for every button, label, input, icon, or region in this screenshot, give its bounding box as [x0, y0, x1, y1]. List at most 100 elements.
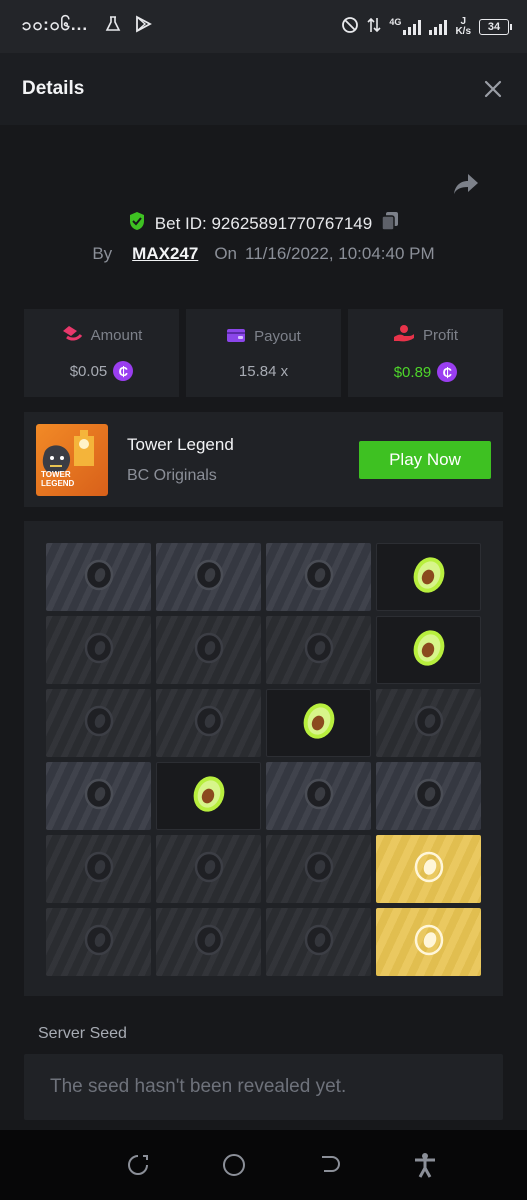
seed-icon	[81, 776, 117, 817]
seed-icon	[81, 849, 117, 890]
tile-hidden	[266, 616, 371, 684]
tile-avocado	[376, 543, 481, 611]
signal-icon	[403, 19, 422, 35]
close-icon[interactable]	[481, 77, 505, 101]
seed-icon	[301, 776, 337, 817]
seed-icon	[191, 630, 227, 671]
seed-icon	[81, 922, 117, 963]
profit-label: Profit	[422, 326, 458, 344]
username-link[interactable]: MAX247	[132, 244, 198, 264]
verified-shield-icon	[128, 211, 146, 236]
net-speed: J K/s	[455, 15, 471, 37]
home-icon[interactable]	[221, 1152, 247, 1178]
tile-revealed-mine	[376, 762, 481, 830]
seed-icon	[411, 703, 447, 744]
seed-icon	[81, 703, 117, 744]
stat-amount: Amount $0.05 ₵	[24, 309, 179, 397]
by-label: By	[92, 244, 113, 263]
server-seed-label: Server Seed	[38, 1025, 127, 1042]
tile-revealed-mine	[266, 762, 371, 830]
bet-datetime: 11/16/2022, 10:04:40 PM	[245, 244, 435, 263]
seed-icon	[301, 849, 337, 890]
recents-icon[interactable]	[126, 1153, 150, 1177]
tile-revealed-mine	[46, 762, 151, 830]
server-seed-value: The seed hasn't been revealed yet.	[50, 1076, 347, 1097]
details-header: Details	[0, 53, 527, 125]
status-right: 4G J K/s 34	[341, 15, 512, 37]
seed-icon	[301, 630, 337, 671]
tile-avocado	[376, 616, 481, 684]
data-transfer-icon	[367, 16, 381, 37]
accessibility-icon[interactable]	[413, 1152, 437, 1178]
tile-selected	[376, 908, 481, 976]
game-card: TOWER LEGEND Tower Legend BC Originals P…	[24, 412, 503, 507]
server-seed-field: The seed hasn't been revealed yet.	[24, 1054, 503, 1120]
coin-icon: ₵	[437, 362, 458, 382]
stat-payout: Payout 15.84 x	[186, 309, 341, 397]
details-content: Bet ID: 92625891770767149 By MAX247 On 1…	[0, 125, 527, 1130]
thumb-title: TOWER LEGEND	[41, 469, 75, 488]
status-bar: ၁၀:၀၆... 4G J K/s 34	[0, 0, 527, 53]
amount-icon	[61, 325, 83, 345]
tile-selected	[376, 835, 481, 903]
tile-avocado	[266, 689, 371, 757]
seed-icon	[191, 922, 227, 963]
tile-hidden	[266, 835, 371, 903]
bet-id-row: Bet ID: 92625891770767149	[0, 211, 527, 236]
bet-stats: Amount $0.05 ₵ Payout 15.84 x Profit $0.…	[24, 309, 503, 397]
tile-hidden	[46, 616, 151, 684]
play-store-icon	[134, 15, 152, 38]
seed-icon	[411, 776, 447, 817]
avocado-icon	[409, 553, 449, 602]
seed-icon	[81, 630, 117, 671]
tile-hidden	[156, 835, 261, 903]
copy-icon[interactable]	[381, 211, 399, 236]
tile-hidden	[46, 908, 151, 976]
tile-hidden	[266, 908, 371, 976]
page-title: Details	[22, 78, 85, 99]
wallet-icon	[226, 327, 246, 347]
avocado-icon	[299, 699, 339, 748]
tile-hidden	[376, 689, 481, 757]
share-icon[interactable]	[453, 173, 479, 200]
avocado-icon	[409, 626, 449, 675]
seed-icon	[191, 849, 227, 890]
tile-revealed-mine	[46, 543, 151, 611]
tile-hidden	[46, 835, 151, 903]
seed-icon	[409, 847, 449, 892]
game-thumbnail[interactable]: TOWER LEGEND	[36, 423, 108, 496]
seed-icon	[301, 557, 337, 598]
tile-hidden	[156, 908, 261, 976]
tile-hidden	[156, 616, 261, 684]
on-label: On	[214, 244, 237, 263]
signal-2-icon	[429, 19, 448, 35]
tile-revealed-mine	[266, 543, 371, 611]
coin-icon: ₵	[113, 361, 134, 381]
seed-icon	[191, 557, 227, 598]
seed-icon	[409, 920, 449, 965]
tile-avocado	[156, 762, 261, 830]
tile-hidden	[156, 689, 261, 757]
profit-icon	[393, 324, 415, 346]
status-left-icons	[104, 15, 152, 38]
game-info: Tower Legend BC Originals	[127, 435, 234, 485]
profit-value: $0.89	[393, 363, 432, 381]
payout-label: Payout	[254, 328, 301, 345]
game-provider: BC Originals	[127, 466, 217, 484]
system-nav-bar	[0, 1130, 527, 1200]
back-icon[interactable]	[318, 1153, 342, 1177]
game-board	[24, 521, 503, 996]
network-type: 4G	[389, 16, 402, 27]
tile-hidden	[46, 689, 151, 757]
status-time: ၁၀:၀၆...	[22, 15, 89, 34]
seed-icon	[191, 703, 227, 744]
do-not-disturb-icon	[341, 16, 359, 37]
stat-profit: Profit $0.89 ₵	[348, 309, 503, 397]
tile-grid	[46, 543, 481, 976]
bet-id: Bet ID: 92625891770767149	[154, 213, 373, 233]
game-name[interactable]: Tower Legend	[127, 435, 234, 455]
avocado-icon	[189, 772, 229, 821]
seed-icon	[81, 557, 117, 598]
flask-icon	[104, 15, 122, 38]
play-now-button[interactable]: Play Now	[359, 440, 491, 479]
